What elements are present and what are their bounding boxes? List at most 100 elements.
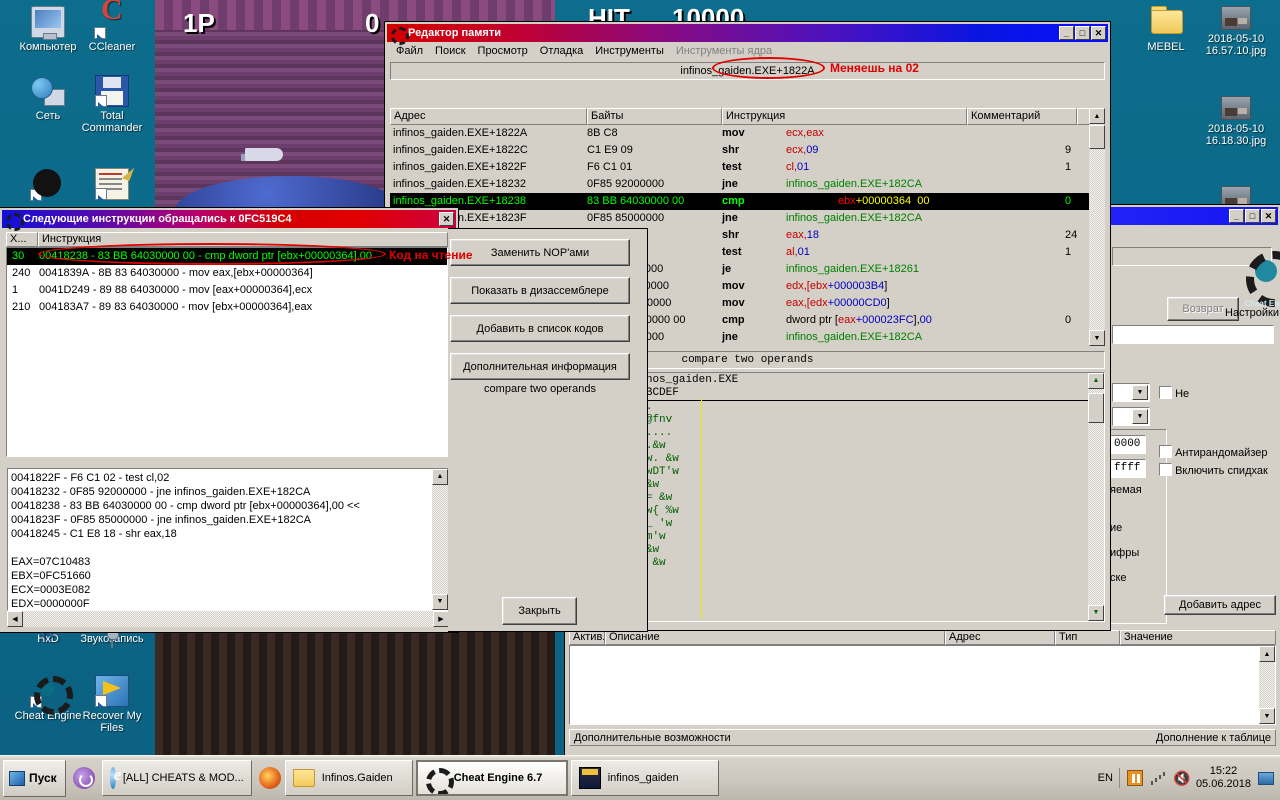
- firefox-icon[interactable]: [258, 767, 281, 789]
- memory-viewer-titlebar[interactable]: Редактор памяти _ □ ✕: [387, 24, 1108, 45]
- settings-label[interactable]: Настройки: [1222, 307, 1280, 319]
- maximize-button[interactable]: □: [1075, 26, 1090, 40]
- scan-type-combo[interactable]: ▼: [1112, 383, 1150, 402]
- scroll-down-button[interactable]: ▼: [432, 594, 448, 610]
- scroll-right-button[interactable]: ▶: [433, 611, 449, 627]
- cheat-table-scrollbar[interactable]: ▲ ▼: [1259, 646, 1275, 724]
- disassembler-row[interactable]: infinos_gaiden.EXE+1822F F6 C1 01 test cl,0…: [390, 159, 1105, 176]
- scroll-down-button[interactable]: ▼: [1089, 330, 1105, 346]
- disassembler-row[interactable]: infinos_gaiden.EXE+18232 0F85 92000000 jne…: [390, 176, 1105, 193]
- desktop-icon-recover-my-files[interactable]: Recover My Files: [72, 675, 152, 734]
- disassembler-row[interactable]: infinos_gaiden.EXE+1822C C1 E9 09 shr ecx,0…: [390, 142, 1105, 159]
- scroll-down-button[interactable]: ▼: [1088, 605, 1104, 621]
- not-checkbox-row[interactable]: Не: [1159, 386, 1189, 400]
- not-checkbox[interactable]: [1159, 386, 1172, 399]
- scroll-up-button[interactable]: ▲: [432, 469, 448, 485]
- more-information-button[interactable]: Дополнительная информация: [450, 353, 630, 380]
- memory-viewer-address-bar[interactable]: infinos_gaiden.EXE+1822A: [390, 62, 1105, 80]
- memory-start-input[interactable]: 0000: [1110, 435, 1146, 454]
- close-button[interactable]: ✕: [439, 212, 454, 226]
- status-left[interactable]: Дополнительные возможности: [574, 732, 731, 744]
- menu-search[interactable]: Поиск: [429, 44, 471, 58]
- close-button[interactable]: ✕: [1091, 26, 1106, 40]
- tray-clock[interactable]: 15:22 05.06.2018: [1196, 765, 1251, 791]
- taskbar-item-cheat-engine[interactable]: Cheat Engine 6.7: [415, 760, 568, 796]
- taskbar[interactable]: Пуск [ALL] CHEATS & MOD... Infinos.Gaide…: [0, 755, 1280, 800]
- desktop-icon-photo-1[interactable]: 2018-05-10 16.57.10.jpg: [1196, 6, 1276, 57]
- minimize-button[interactable]: _: [1059, 26, 1074, 40]
- taskbar-item-game[interactable]: infinos_gaiden: [570, 760, 719, 796]
- speedhack-row[interactable]: Включить спидхак: [1159, 463, 1268, 477]
- close-dialog-button[interactable]: Закрыть: [502, 597, 577, 625]
- memory-end-input[interactable]: ffff: [1110, 459, 1146, 478]
- next-instruction-row[interactable]: 30 00418238 - 83 BB 64030000 00 - cmp dwo…: [7, 248, 447, 265]
- next-instructions-log[interactable]: 0041822F - F6 C1 02 - test cl,02 00418232…: [7, 468, 449, 611]
- column-address[interactable]: Адрес: [390, 108, 587, 125]
- scroll-left-button[interactable]: ◀: [7, 611, 23, 627]
- disassembler-row[interactable]: infinos_gaiden.EXE+1823F 0F85 85000000 jne…: [390, 210, 1105, 227]
- taskbar-item-browser[interactable]: [ALL] CHEATS & MOD...: [101, 760, 252, 796]
- replace-with-nops-button[interactable]: Заменить NOP'ами: [450, 239, 630, 266]
- anti-randomizer-checkbox[interactable]: [1159, 445, 1172, 458]
- display-icon[interactable]: [1258, 771, 1274, 785]
- column-active[interactable]: Актив.: [569, 630, 605, 645]
- menu-tools[interactable]: Инструменты: [589, 44, 670, 58]
- hex-scrollbar[interactable]: ▲ ▼: [1088, 373, 1104, 621]
- column-comment[interactable]: Комментарий: [967, 108, 1077, 125]
- close-button[interactable]: ✕: [1261, 209, 1276, 223]
- next-instructions-list[interactable]: 30 00418238 - 83 BB 64030000 00 - cmp dwo…: [6, 247, 448, 457]
- log-scrollbar-horizontal[interactable]: ◀ ▶: [7, 611, 449, 627]
- cheat-table-body[interactable]: ▲ ▼: [569, 645, 1276, 725]
- scrollbar-thumb[interactable]: [1088, 393, 1104, 423]
- scroll-up-button[interactable]: ▲: [1259, 646, 1275, 662]
- quick-launch-bar[interactable]: [66, 767, 102, 789]
- memory-viewer-menubar[interactable]: Файл Поиск Просмотр Отладка Инструменты …: [387, 42, 1108, 60]
- next-instruction-row[interactable]: 210 004183A7 - 89 83 64030000 - mov [ebx+…: [7, 299, 447, 316]
- scroll-down-button[interactable]: ▼: [1259, 708, 1275, 724]
- menu-view[interactable]: Просмотр: [472, 44, 534, 58]
- desktop-icon-photo-2[interactable]: 2018-05-10 16.18.30.jpg: [1196, 96, 1276, 147]
- desktop-icon-ccleaner[interactable]: CCleaner: [72, 4, 152, 53]
- log-scrollbar-vertical[interactable]: ▲ ▼: [432, 469, 448, 610]
- next-instructions-titlebar[interactable]: Следующие инструкции обращались к 0FC519…: [2, 210, 456, 231]
- desktop-icon-total-commander[interactable]: Total Commander: [72, 75, 152, 134]
- maximize-button[interactable]: □: [1245, 209, 1260, 223]
- column-value[interactable]: Значение: [1120, 630, 1276, 645]
- show-in-disassembler-button[interactable]: Показать в дизассемблере: [450, 277, 630, 304]
- next-instruction-row[interactable]: 240 0041839A - 8B 83 64030000 - mov eax,[…: [7, 265, 447, 282]
- minimize-button[interactable]: _: [1229, 209, 1244, 223]
- column-address[interactable]: Адрес: [945, 630, 1055, 645]
- column-description[interactable]: Описание: [605, 630, 945, 645]
- disassembler-row[interactable]: infinos_gaiden.EXE+18238 83 BB 64030000 0…: [390, 193, 1105, 210]
- value-input[interactable]: [1112, 325, 1274, 344]
- scroll-up-button[interactable]: ▲: [1089, 108, 1105, 124]
- column-count[interactable]: X...: [6, 232, 38, 247]
- taskbar-item-folder[interactable]: Infinos.Gaiden: [284, 760, 413, 796]
- menu-debug[interactable]: Отладка: [534, 44, 589, 58]
- scroll-up-button[interactable]: ▲: [1088, 373, 1104, 389]
- speedhack-checkbox[interactable]: [1159, 463, 1172, 476]
- pause-icon[interactable]: [1126, 770, 1143, 786]
- desktop-icon-notepadpp[interactable]: [72, 168, 152, 203]
- language-indicator[interactable]: EN: [1098, 768, 1120, 788]
- firefox-launcher[interactable]: [255, 767, 285, 789]
- system-tray[interactable]: EN 🔇 15:22 05.06.2018: [1088, 756, 1280, 800]
- anti-random-row[interactable]: Антирандомайзер: [1159, 445, 1267, 459]
- disassembler-row[interactable]: infinos_gaiden.EXE+1822A 8B C8 mov ecx,eax: [390, 125, 1105, 142]
- scrollbar-thumb[interactable]: [1089, 125, 1105, 149]
- utorrent-icon[interactable]: [72, 767, 95, 789]
- status-right[interactable]: Дополнение к таблице: [1156, 732, 1271, 744]
- column-bytes[interactable]: Байты: [587, 108, 722, 125]
- add-address-button[interactable]: Добавить адрес: [1164, 595, 1276, 615]
- volume-muted-icon[interactable]: 🔇: [1173, 770, 1190, 786]
- column-instruction[interactable]: Инструкция: [38, 232, 448, 247]
- desktop-icon-mebel[interactable]: MEBEL: [1126, 6, 1206, 53]
- start-button[interactable]: Пуск: [3, 759, 66, 797]
- add-to-code-list-button[interactable]: Добавить в список кодов: [450, 315, 630, 342]
- disassembler-scrollbar[interactable]: ▲ ▼: [1089, 108, 1105, 346]
- column-type[interactable]: Тип: [1055, 630, 1120, 645]
- menu-file[interactable]: Файл: [390, 44, 429, 58]
- column-instruction[interactable]: Инструкция: [722, 108, 967, 125]
- next-instructions-window[interactable]: Следующие инструкции обращались к 0FC519…: [0, 207, 473, 633]
- next-instruction-row[interactable]: 1 0041D249 - 89 88 64030000 - mov [eax+00…: [7, 282, 447, 299]
